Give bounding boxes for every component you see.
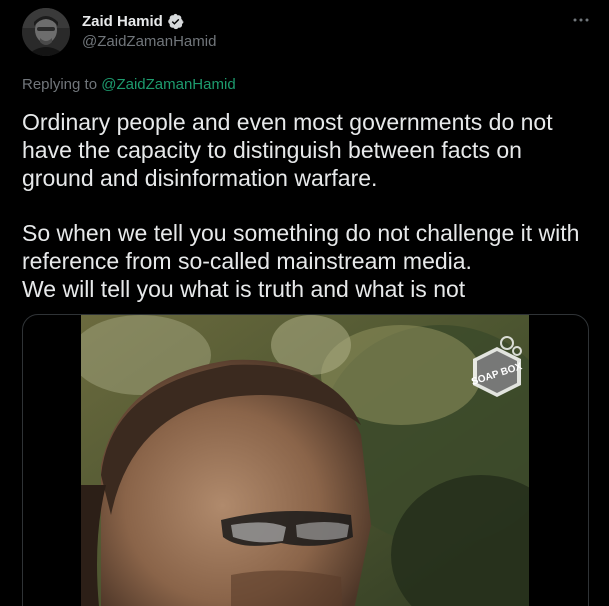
video-still-image: SOAP BOX xyxy=(81,315,529,606)
tweet-container[interactable]: Zaid Hamid @ZaidZamanHamid Replying to @… xyxy=(0,0,609,606)
replying-to-label: Replying to xyxy=(22,76,98,93)
replying-to-mention[interactable]: @ZaidZamanHamid xyxy=(101,76,235,93)
author-handle[interactable]: @ZaidZamanHamid xyxy=(82,33,216,50)
more-horizontal-icon xyxy=(573,18,589,22)
author-block: Zaid Hamid @ZaidZamanHamid xyxy=(82,11,216,51)
tweet-paragraph-1: Ordinary people and even most government… xyxy=(22,109,553,191)
replying-to-line: Replying to @ZaidZamanHamid xyxy=(22,76,236,93)
tweet-text: Ordinary people and even most government… xyxy=(22,108,592,303)
video-player[interactable]: SOAP BOX xyxy=(22,314,589,606)
verified-badge-icon xyxy=(167,13,184,30)
tweet-paragraph-2-line-1: So when we tell you something do not cha… xyxy=(22,220,580,274)
tweet-paragraph-2-line-2: We will tell you what is truth and what … xyxy=(22,276,466,302)
more-options-button[interactable] xyxy=(571,10,591,30)
video-frame[interactable]: SOAP BOX xyxy=(81,315,529,606)
avatar-image xyxy=(22,8,70,56)
author-display-name[interactable]: Zaid Hamid xyxy=(82,13,163,30)
avatar[interactable] xyxy=(22,8,70,56)
